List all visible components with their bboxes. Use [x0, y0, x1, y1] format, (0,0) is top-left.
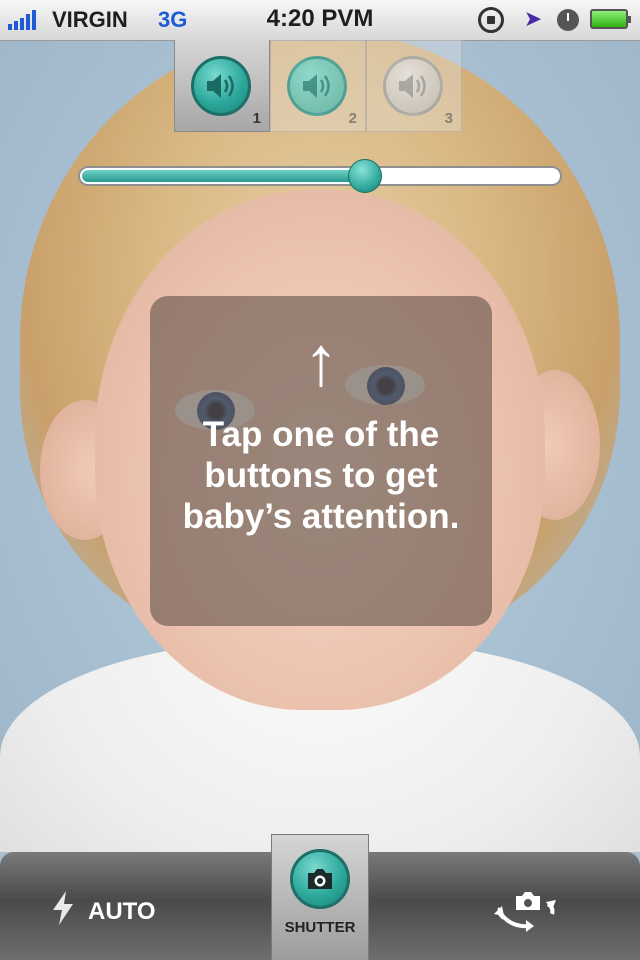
- sound-button-3[interactable]: 3: [366, 40, 462, 132]
- speaker-icon: [287, 56, 347, 116]
- alarm-icon: [557, 9, 579, 31]
- slider-fill: [82, 170, 366, 182]
- switch-camera-button[interactable]: [488, 888, 564, 932]
- rotation-lock-icon: [478, 7, 504, 33]
- up-arrow-icon: ↑: [303, 322, 339, 400]
- sound-button-1[interactable]: 1: [174, 40, 270, 132]
- slider-thumb[interactable]: [348, 159, 383, 193]
- flash-mode-button[interactable]: AUTO: [50, 890, 156, 934]
- volume-slider[interactable]: [78, 159, 562, 193]
- status-bar: VIRGIN 3G 4:20 PVM ➤: [0, 0, 640, 41]
- speaker-icon: [383, 56, 443, 116]
- switch-camera-icon: [494, 892, 556, 932]
- sound-number: 2: [348, 110, 357, 127]
- sound-number: 3: [444, 110, 453, 127]
- sound-buttons: 1 2 3: [174, 40, 466, 132]
- speaker-icon: [191, 56, 251, 116]
- hint-text: Tap one of the buttons to get baby’s att…: [182, 415, 460, 536]
- sound-number: 1: [252, 110, 261, 127]
- hint-overlay: ↑ Tap one of the buttons to get baby’s a…: [150, 296, 492, 626]
- battery-icon: [590, 9, 631, 29]
- location-icon: ➤: [523, 6, 543, 31]
- camera-icon: [290, 849, 350, 909]
- lightning-icon: [50, 890, 76, 934]
- shutter-label: SHUTTER: [284, 919, 356, 936]
- flash-mode-label: AUTO: [88, 898, 156, 925]
- sound-button-2[interactable]: 2: [270, 40, 366, 132]
- shutter-button[interactable]: SHUTTER: [271, 834, 369, 960]
